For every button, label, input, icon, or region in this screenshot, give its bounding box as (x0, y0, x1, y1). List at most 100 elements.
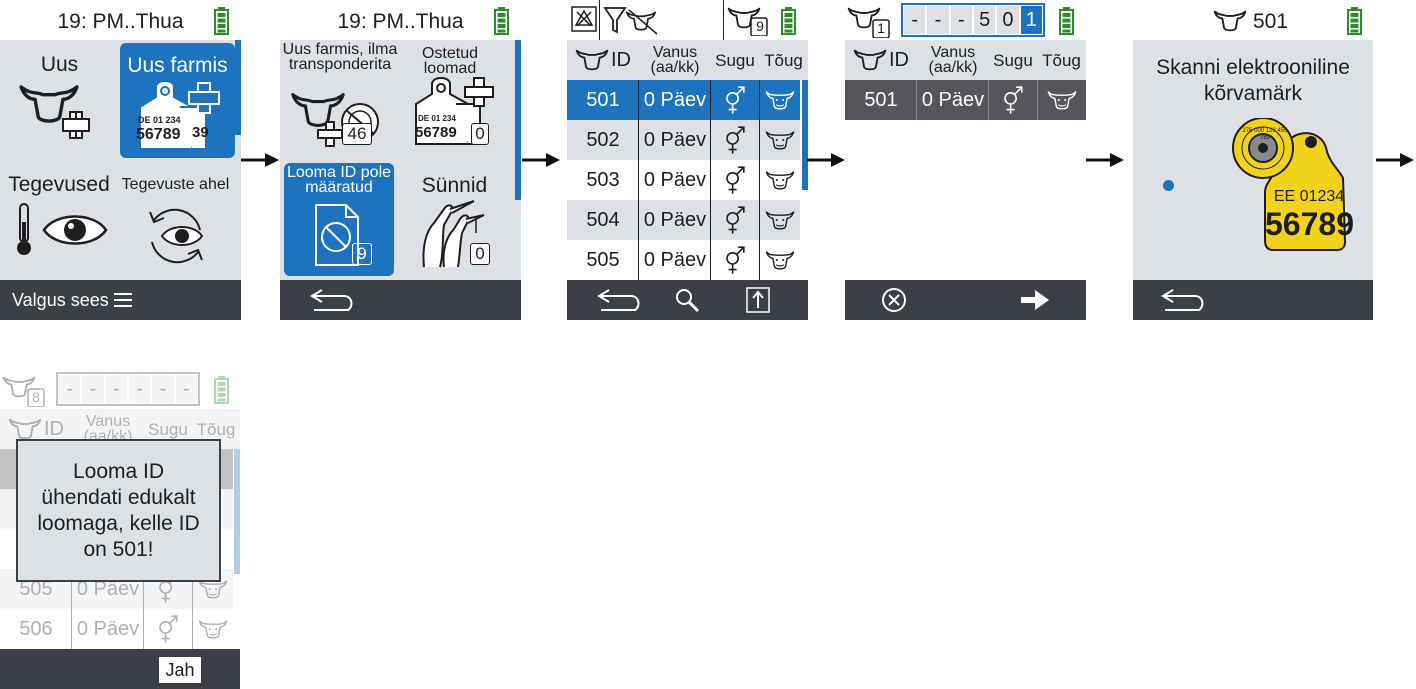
header-age[interactable]: Vanus (aa/kk) (639, 40, 711, 80)
tile-no-id[interactable]: Looma ID pole määratud 9 (284, 163, 394, 276)
id-digit[interactable]: - (82, 375, 104, 403)
table-header: ID Vanus (aa/kk) Sugu Tõug (567, 40, 808, 80)
back-arrow-icon[interactable] (1159, 286, 1209, 314)
menu-scrollbar[interactable] (515, 40, 521, 200)
table-row[interactable]: 506 0 Päev (0, 609, 233, 649)
id-digit[interactable]: - (950, 6, 972, 34)
upload-icon[interactable] (745, 286, 771, 314)
header-sex[interactable]: Sugu (711, 40, 759, 80)
status-divider (723, 0, 724, 40)
table-row[interactable]: 505 0 Päev (567, 240, 800, 280)
menu-body: Uus farmis, ilma transponderita 46 Ostet… (280, 40, 521, 280)
footer-bar: Valgus sees (0, 280, 241, 320)
tile-new-no-transponder[interactable]: Uus farmis, ilma transponderita 46 (280, 40, 400, 155)
header-breed[interactable]: Tõug (1037, 40, 1086, 80)
table-row[interactable]: 502 0 Päev (567, 120, 800, 160)
id-digit[interactable]: 5 (973, 6, 996, 34)
flow-arrow-icon (807, 153, 845, 167)
cow-icon (575, 48, 609, 72)
light-toggle[interactable]: Valgus sees (12, 280, 137, 320)
row-id: 506 (19, 617, 53, 640)
header-id[interactable]: ID (845, 40, 917, 80)
sex-icon (711, 200, 759, 240)
row-id: 503 (586, 168, 620, 191)
cow-icon (1213, 9, 1247, 33)
row-id: 502 (586, 128, 620, 151)
id-digit[interactable]: - (105, 375, 127, 403)
tag-side-number: 39 (192, 124, 209, 141)
list-scrollbar[interactable] (234, 449, 240, 574)
scan-prompt: Skanni elektrooniline kõrvamärk (1156, 56, 1350, 105)
id-digit[interactable]: - (128, 375, 151, 403)
filter-settings-icon[interactable] (571, 6, 597, 32)
header-id[interactable]: ID (567, 40, 639, 80)
header-id-label: ID (44, 417, 64, 440)
footer-bar (1133, 280, 1373, 320)
row-id: 501 (864, 88, 898, 111)
tile-births[interactable]: Sünnid 0 (402, 163, 517, 278)
header-id-label: ID (611, 48, 631, 71)
id-input-field[interactable]: - - - - - - (56, 372, 200, 406)
back-arrow-icon[interactable] (595, 286, 645, 314)
status-bar: 501 (1133, 0, 1373, 40)
row-age: 0 Päev (643, 128, 707, 151)
back-arrow-icon[interactable] (308, 286, 358, 314)
tile-births-label: Sünnid (421, 174, 488, 197)
tile-purchased-label: Ostetud loomad (421, 45, 479, 77)
battery-icon (214, 7, 229, 35)
id-input-field[interactable]: - - - 5 0 1 (901, 3, 1045, 37)
table-row[interactable]: 503 0 Päev (567, 160, 800, 200)
animal-id: 501 (1253, 10, 1289, 33)
header-sex[interactable]: Sugu (989, 40, 1037, 80)
tag-ring-text: 276 000 123 456 789 (1242, 128, 1288, 141)
tile-no-id-label: Looma ID pole määratud (286, 164, 392, 196)
herd-count: 8 (32, 389, 40, 405)
tile-new-farm[interactable]: Uus farmis DE 01 234 56789 39 (120, 43, 235, 158)
header-breed[interactable]: Tõug (759, 40, 808, 80)
id-digit[interactable]: - (927, 6, 949, 34)
header-age[interactable]: Vanus (aa/kk) (917, 40, 989, 80)
no-id-count: 9 (352, 243, 372, 265)
menu-scrollbar[interactable] (235, 40, 241, 135)
menu-icon (113, 293, 132, 307)
list-scrollbar[interactable] (802, 80, 808, 190)
breed-cow-icon (1038, 80, 1086, 120)
tile-purchased[interactable]: Ostetud loomad DE 01 234 56789 0 (402, 40, 517, 155)
purchased-tag-line2: 56789 (415, 124, 457, 141)
footer-bar (567, 280, 808, 320)
tile-actions[interactable]: Tegevused (2, 162, 117, 277)
screen-new-farm-menu: 19: PM..Thua Uus farmis, ilma transponde… (280, 0, 521, 320)
table-header: ID Vanus (aa/kk) Sugu Tõug (845, 40, 1086, 80)
cycle-eye-icon (149, 208, 204, 264)
sex-icon (711, 80, 759, 120)
births-count: 0 (470, 243, 490, 265)
search-icon[interactable] (673, 286, 701, 314)
table-row[interactable]: 501 0 Päev (845, 80, 1086, 120)
id-digit[interactable]: 0 (997, 6, 1019, 34)
confirm-button[interactable]: Jah (159, 657, 201, 683)
row-id: 504 (586, 208, 620, 231)
status-bar: 19: PM..Thua (0, 0, 241, 40)
sex-icon (711, 240, 759, 280)
breed-cow-icon (193, 609, 233, 649)
id-digit[interactable]: - (152, 375, 174, 403)
flow-arrow-icon (1376, 153, 1414, 167)
table-row[interactable]: 501 0 Päev (567, 80, 800, 120)
id-digit[interactable]: - (904, 6, 926, 34)
footer-bar: Jah (0, 649, 240, 689)
screen-id-search: 1 - - - 5 0 1 ID Vanus (aa/kk) Sugu Tõug… (845, 0, 1086, 320)
breed-cow-icon (760, 200, 800, 240)
status-divider (599, 0, 600, 40)
tag-country-line: EE 01234 (1273, 188, 1345, 205)
battery-icon (1347, 7, 1362, 35)
id-digit-active[interactable]: 1 (1020, 6, 1042, 34)
forward-arrow-icon[interactable] (1021, 290, 1049, 310)
id-digit[interactable]: - (59, 375, 81, 403)
tile-new[interactable]: Uus (2, 42, 117, 157)
id-digit[interactable]: - (175, 375, 197, 403)
filter-no-transponder-icon[interactable] (603, 4, 659, 36)
tile-action-chain[interactable]: Tegevuste ahel (118, 162, 233, 277)
status-time: 19: PM..Thua (57, 10, 184, 33)
cancel-icon[interactable] (881, 287, 907, 313)
table-row[interactable]: 504 0 Päev (567, 200, 800, 240)
